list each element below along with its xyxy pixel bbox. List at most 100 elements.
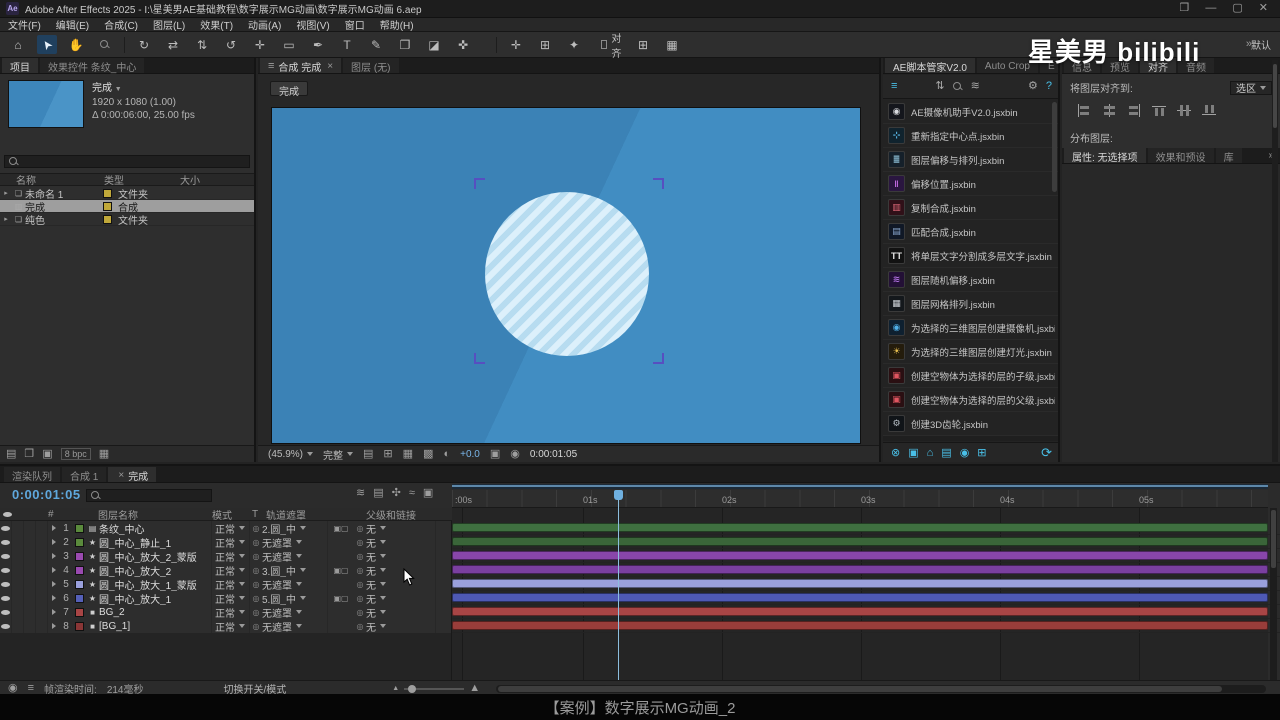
- parent-pickwhip-icon[interactable]: ◎: [354, 563, 366, 577]
- zoom-in-mountain-icon[interactable]: ▲: [469, 683, 480, 694]
- timeline-layer-row[interactable]: 8 ■ [BG_1] 正常 ◎ 无遮罩 ▣▢ ◎ 无: [0, 619, 1280, 634]
- workspace-default[interactable]: 默认: [1251, 37, 1271, 52]
- timeline-layer-row[interactable]: 7 ■ BG_2 正常 ◎ 无遮罩 ▣▢ ◎ 无: [0, 605, 1280, 620]
- scripts-user-icon[interactable]: ◉: [960, 446, 970, 459]
- twirl-icon[interactable]: [52, 623, 56, 629]
- script-item[interactable]: ⊹ 重新指定中心点.jsxbin: [883, 124, 1058, 148]
- pen-tool-icon[interactable]: ✒: [308, 35, 328, 54]
- lock-toggle[interactable]: [36, 591, 48, 605]
- zoom-out-mountain-icon[interactable]: ▲: [392, 685, 399, 692]
- parent-dropdown[interactable]: 无: [366, 535, 436, 550]
- script-item[interactable]: ◉ AE摄像机助手V2.0.jsxbin: [883, 100, 1058, 124]
- tab-layer[interactable]: 图层 (无): [343, 58, 399, 74]
- layer-name[interactable]: 圆_中心_放大_2: [99, 563, 212, 577]
- script-item[interactable]: ‖ 偏移位置.jsxbin: [883, 172, 1058, 196]
- layer-name[interactable]: [BG_1]: [99, 619, 212, 633]
- parent-pickwhip-icon[interactable]: ◎: [354, 549, 366, 563]
- blend-mode-dropdown[interactable]: 正常: [212, 619, 250, 634]
- lock-toggle[interactable]: [36, 549, 48, 563]
- layer-label-swatch[interactable]: [74, 621, 84, 631]
- eye-icon[interactable]: [1, 581, 10, 587]
- twirl-icon[interactable]: [52, 553, 56, 559]
- comp-name[interactable]: 完成: [92, 83, 112, 94]
- twirl-icon[interactable]: [52, 539, 56, 545]
- project-row[interactable]: ▸ ❏ 纯色 文件夹: [0, 213, 254, 227]
- align-right-icon[interactable]: [1126, 104, 1142, 117]
- layer-duration-bar[interactable]: [452, 523, 1268, 532]
- menu-item[interactable]: 文件(F): [8, 17, 41, 32]
- track-matte-dropdown[interactable]: 无遮罩: [262, 577, 328, 592]
- blend-mode-dropdown[interactable]: 正常: [212, 535, 250, 550]
- blend-mode-dropdown[interactable]: 正常: [212, 605, 250, 620]
- matte-pickwhip-icon[interactable]: ◎: [250, 521, 262, 535]
- maximize-button[interactable]: ▢: [1232, 3, 1242, 14]
- eye-icon[interactable]: [1, 553, 10, 559]
- help-icon[interactable]: ?: [1046, 81, 1052, 92]
- audio-toggle[interactable]: [12, 535, 24, 549]
- solo-toggle[interactable]: [24, 619, 36, 633]
- track-matte-dropdown[interactable]: 2.圆_中: [262, 521, 328, 536]
- layer-label-swatch[interactable]: [74, 551, 84, 561]
- wave-list-icon[interactable]: ≋: [971, 81, 980, 92]
- twirl-icon[interactable]: [52, 609, 56, 615]
- track-matte-dropdown[interactable]: 无遮罩: [262, 535, 328, 550]
- matte-pickwhip-icon[interactable]: ◎: [250, 591, 262, 605]
- close-tab-icon[interactable]: ×: [327, 61, 333, 72]
- solo-toggle[interactable]: [24, 563, 36, 577]
- axis-local-icon[interactable]: ✛: [506, 35, 526, 54]
- label-swatch[interactable]: [103, 214, 112, 224]
- eye-icon[interactable]: [1, 567, 10, 573]
- parent-pickwhip-icon[interactable]: ◎: [354, 577, 366, 591]
- time-ruler[interactable]: :00s 01s 02s 03s 04s 05s: [452, 490, 1268, 508]
- script-item[interactable]: ▥ 复制合成.jsxbin: [883, 196, 1058, 220]
- lock-toggle[interactable]: [36, 563, 48, 577]
- solo-toggle[interactable]: [24, 577, 36, 591]
- layer-name[interactable]: 条纹_中心: [99, 521, 212, 535]
- menu-item[interactable]: 视图(V): [296, 17, 329, 32]
- align-left-icon[interactable]: [1076, 104, 1092, 117]
- tab-effect-controls[interactable]: 效果控件 条纹_中心: [40, 58, 145, 74]
- twirl-icon[interactable]: [52, 567, 56, 573]
- comp-breadcrumb-chip[interactable]: 完成: [270, 81, 308, 98]
- eye-column-icon[interactable]: [3, 511, 12, 517]
- right-scrollbar[interactable]: [1272, 60, 1278, 462]
- timeline-zoom-control[interactable]: ▲ ▲: [392, 683, 480, 694]
- grid-icon[interactable]: ⊞: [383, 448, 392, 460]
- layer-name[interactable]: 圆_中心_放大_1_蒙版: [99, 577, 212, 591]
- twirl-icon[interactable]: [52, 595, 56, 601]
- new-comp-icon[interactable]: ▣: [42, 448, 52, 460]
- layer-label-swatch[interactable]: [74, 523, 84, 533]
- label-swatch[interactable]: [103, 188, 112, 198]
- script-list-icon[interactable]: ≡: [891, 81, 897, 92]
- parent-pickwhip-icon[interactable]: ◎: [354, 605, 366, 619]
- tab-libraries[interactable]: 库: [1215, 148, 1242, 164]
- lock-toggle[interactable]: [36, 535, 48, 549]
- frame-blend-icon[interactable]: ▣: [423, 488, 433, 499]
- matte-link-icon[interactable]: ▣▢: [333, 566, 348, 575]
- scripts-scrollbar[interactable]: [1052, 102, 1057, 192]
- tab-properties[interactable]: 属性: 无选择项: [1064, 148, 1146, 164]
- script-item[interactable]: ≋ 图层随机偏移.jsxbin: [883, 268, 1058, 292]
- layer-duration-bar[interactable]: [452, 621, 1268, 630]
- pan-behind-tool-icon[interactable]: ✛: [250, 35, 270, 54]
- eye-icon[interactable]: [1, 539, 10, 545]
- pan-camera-tool-icon[interactable]: ⇄: [163, 35, 183, 54]
- layer-duration-bar[interactable]: [452, 593, 1268, 602]
- transparency-grid-icon[interactable]: ▩: [423, 448, 433, 460]
- matte-link-icon[interactable]: ▣▢: [333, 594, 348, 603]
- minimize-button[interactable]: —: [1205, 3, 1216, 14]
- timeline-vertical-scrollbar[interactable]: [1270, 508, 1277, 680]
- script-item[interactable]: ▤ 匹配合成.jsxbin: [883, 220, 1058, 244]
- audio-toggle[interactable]: [12, 521, 24, 535]
- zoom-tool-icon[interactable]: [95, 35, 115, 54]
- dolly-tool-icon[interactable]: ⇅: [192, 35, 212, 54]
- matte-pickwhip-icon[interactable]: ◎: [250, 619, 262, 633]
- delete-icon[interactable]: ▦: [99, 448, 109, 460]
- column-track-matte[interactable]: 轨道遮罩: [266, 507, 366, 522]
- layer-label-swatch[interactable]: [74, 565, 84, 575]
- tab-script-manager[interactable]: AE脚本管家V2.0: [885, 58, 975, 74]
- layer-duration-bar[interactable]: [452, 607, 1268, 616]
- audio-toggle[interactable]: [12, 577, 24, 591]
- axis-view-icon[interactable]: ✦: [564, 35, 584, 54]
- brush-tool-icon[interactable]: ✎: [366, 35, 386, 54]
